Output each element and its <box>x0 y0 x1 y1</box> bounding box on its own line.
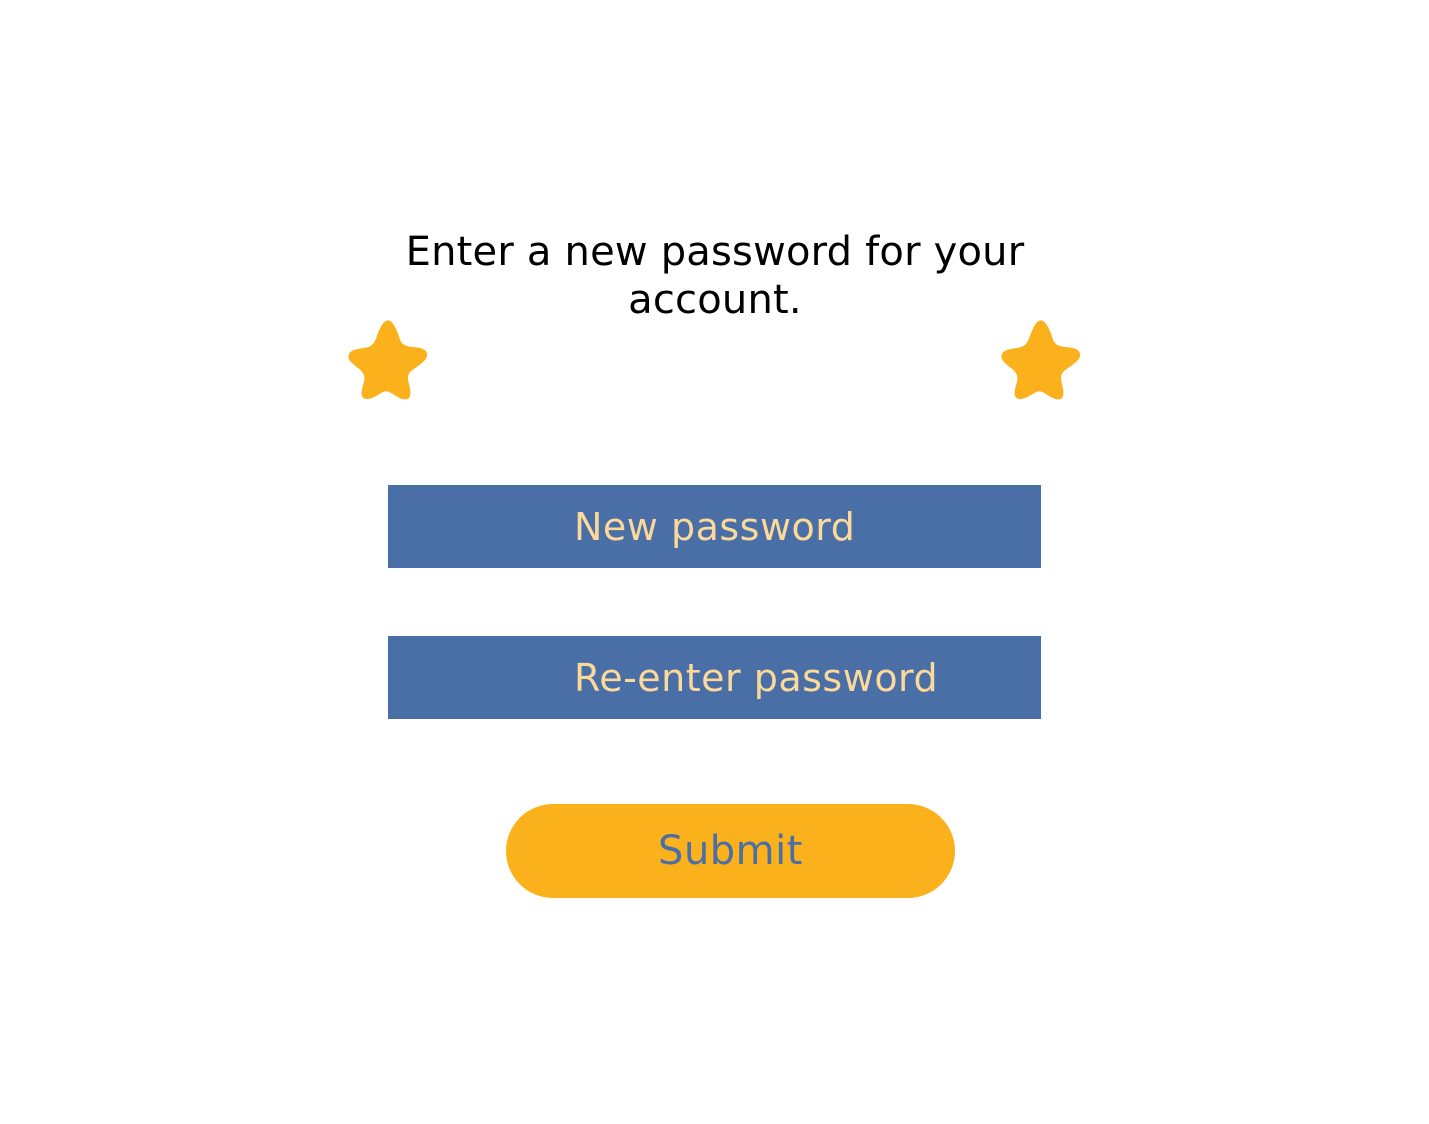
confirm-password-field[interactable]: Re-enter password <box>388 636 1041 719</box>
star-icon-shape <box>1001 320 1081 400</box>
star-icon-shape <box>348 320 428 400</box>
star-icon <box>999 317 1083 401</box>
new-password-placeholder: New password <box>574 504 856 549</box>
reset-password-page: Enter a new password for your account. N… <box>0 0 1429 1124</box>
confirm-password-placeholder: Re-enter password <box>574 655 939 700</box>
submit-button[interactable]: Submit <box>506 804 955 898</box>
new-password-field[interactable]: New password <box>388 485 1041 568</box>
star-icon <box>346 317 430 401</box>
submit-button-label: Submit <box>658 828 803 874</box>
page-heading: Enter a new password for your account. <box>405 229 1025 323</box>
